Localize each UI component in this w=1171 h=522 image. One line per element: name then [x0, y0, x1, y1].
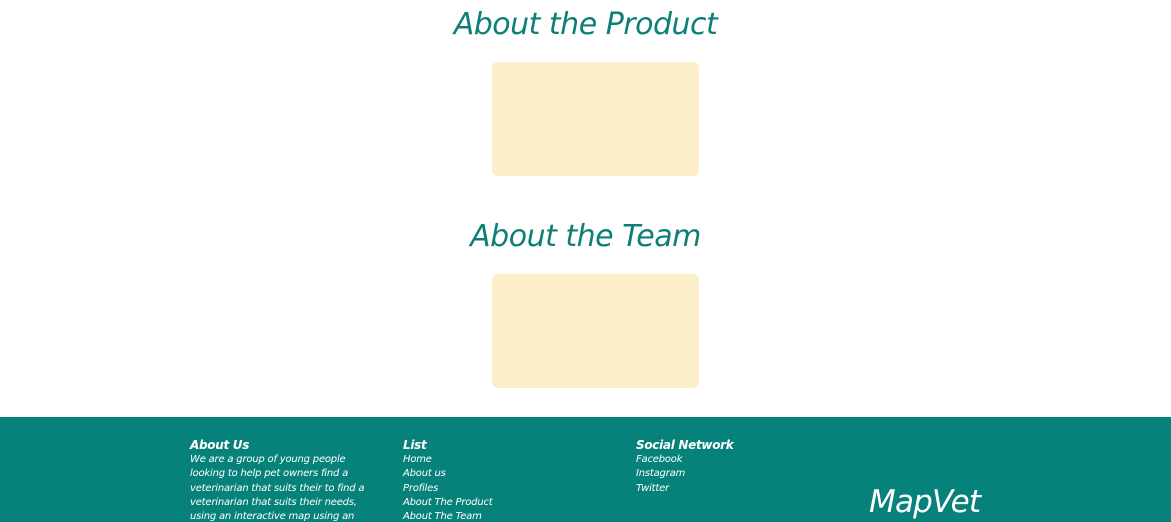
footer-about-heading: About Us [190, 438, 250, 452]
about-product-card [492, 62, 699, 176]
footer-about-column: About Us We are a group of young people … [190, 437, 382, 522]
footer-link-instagram[interactable]: Instagram [636, 467, 786, 481]
footer-social-heading: Social Network [636, 438, 734, 452]
footer-list-heading: List [403, 438, 427, 452]
footer-list-column: List Home About us Profiles About The Pr… [403, 437, 563, 522]
about-product-heading: About the Product [453, 7, 718, 42]
brand-logo[interactable]: MapVet [869, 484, 981, 520]
footer-link-facebook[interactable]: Facebook [636, 453, 786, 467]
about-team-heading: About the Team [470, 219, 701, 254]
footer-link-home[interactable]: Home [403, 453, 563, 467]
footer-link-about-product[interactable]: About The Product [403, 496, 563, 510]
footer-link-about-us[interactable]: About us [403, 467, 563, 481]
footer-link-twitter[interactable]: Twitter [636, 482, 786, 496]
site-footer: About Us We are a group of young people … [0, 417, 1171, 522]
footer-social-column: Social Network Facebook Instagram Twitte… [636, 437, 786, 496]
footer-link-profiles[interactable]: Profiles [403, 482, 563, 496]
footer-about-text: We are a group of young people looking t… [190, 454, 365, 522]
about-team-card [492, 274, 699, 388]
footer-link-about-team[interactable]: About The Team [403, 510, 563, 522]
